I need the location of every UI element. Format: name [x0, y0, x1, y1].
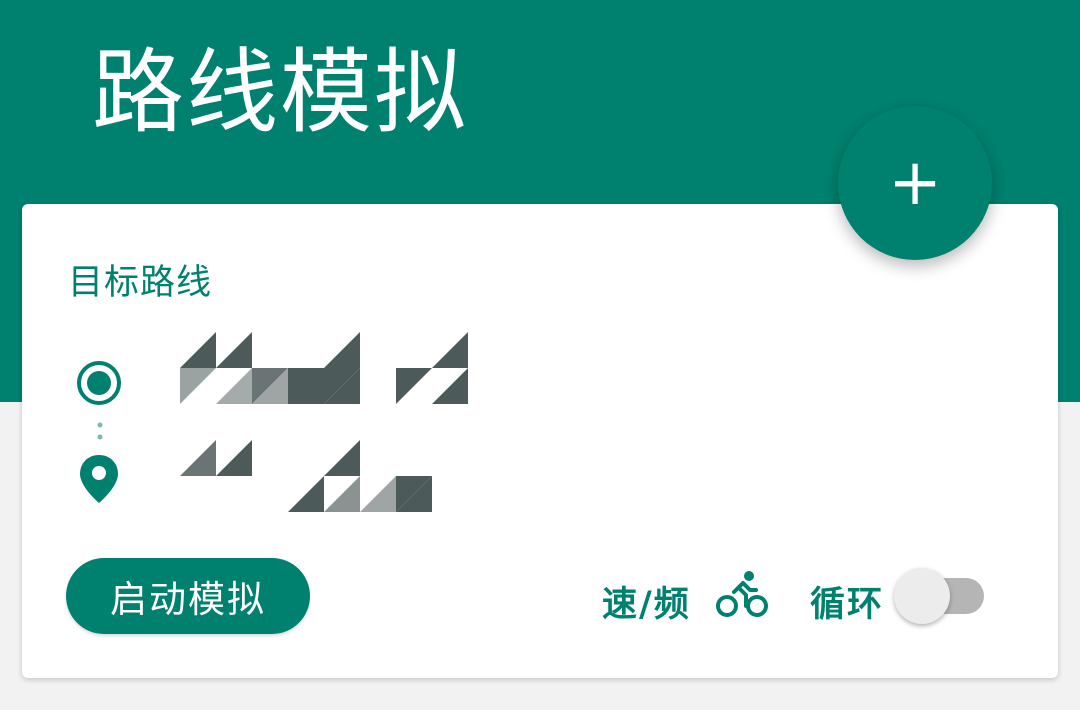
route-connector-dots [97, 422, 103, 440]
loop-label: 循环 [810, 585, 885, 625]
loop-toggle-thumb [894, 568, 950, 624]
route-card-title: 目标路线 [68, 263, 213, 303]
speed-frequency-label[interactable]: 速/频 [602, 576, 691, 627]
route-card: 目标路线 启动模拟 速/频 循环 [22, 204, 1058, 678]
destination-address-redacted[interactable] [180, 440, 480, 514]
page-title: 路线模拟 [92, 39, 469, 146]
add-route-button[interactable]: + [838, 106, 992, 260]
plus-icon: + [888, 146, 942, 220]
loop-toggle[interactable] [894, 566, 986, 626]
map-pin-icon [80, 455, 118, 503]
origin-radio-icon [77, 361, 121, 405]
start-simulation-button[interactable]: 启动模拟 [66, 558, 310, 634]
origin-address-redacted[interactable] [180, 332, 480, 406]
bike-icon[interactable] [716, 570, 768, 618]
